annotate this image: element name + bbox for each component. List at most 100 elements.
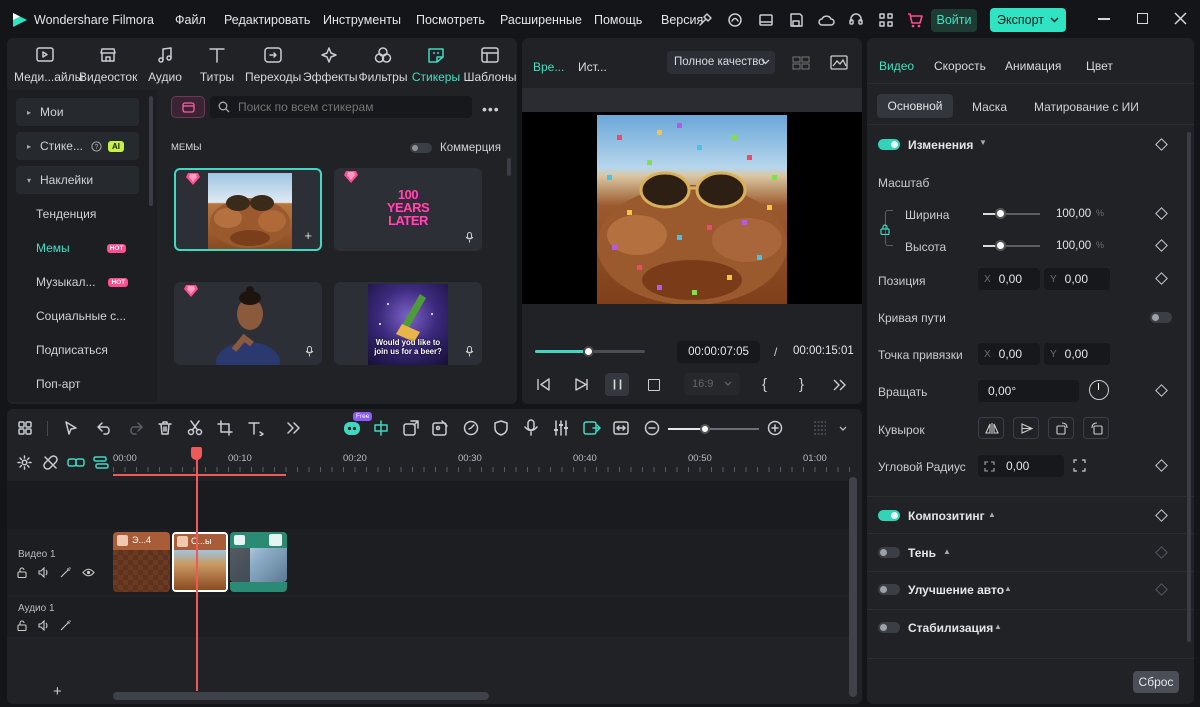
subtab-mask[interactable]: Маска: [972, 100, 1007, 114]
redo-icon[interactable]: [127, 421, 143, 435]
snapshot-icon[interactable]: [830, 55, 848, 70]
tab-transitions[interactable]: Переходы: [245, 44, 301, 84]
stabilization-toggle[interactable]: [878, 622, 900, 633]
play-icon[interactable]: [574, 378, 588, 391]
tab-speed[interactable]: Скорость: [934, 59, 986, 73]
expand-arrow-icon[interactable]: ▲: [988, 510, 996, 519]
more-options-icon[interactable]: •••: [482, 101, 500, 117]
tab-filters[interactable]: Фильтры: [357, 44, 409, 84]
collapse-arrow-icon[interactable]: ▼: [979, 138, 987, 147]
shadow-toggle[interactable]: [878, 547, 900, 558]
chevron-down-icon[interactable]: [839, 426, 847, 431]
export-frame-icon[interactable]: [403, 420, 419, 436]
more-tools-icon[interactable]: [287, 422, 300, 434]
sticker-search-input[interactable]: [210, 96, 472, 118]
picture-edit-icon[interactable]: [432, 420, 448, 436]
zoom-in-icon[interactable]: [767, 420, 783, 436]
auto-enhance-toggle[interactable]: [878, 584, 900, 595]
anchor-x-field[interactable]: X 0,00: [978, 343, 1040, 365]
tab-effects[interactable]: Эффекты: [303, 44, 358, 84]
expand-arrow-icon[interactable]: ▲: [1004, 584, 1012, 593]
sidebar-item-mine[interactable]: ▸ Мои: [16, 98, 139, 126]
position-y-field[interactable]: Y 0,00: [1044, 268, 1110, 290]
tab-titles[interactable]: Титры: [193, 44, 241, 84]
save-icon[interactable]: [788, 12, 804, 28]
split-audio-icon[interactable]: [373, 420, 389, 436]
headset-share-icon[interactable]: [727, 12, 743, 28]
sticker-card-sunglasses[interactable]: +: [174, 168, 322, 251]
keyframe-diamond-icon[interactable]: [1155, 509, 1168, 522]
tab-stock-video[interactable]: Видеосток: [79, 44, 137, 84]
add-icon[interactable]: +: [304, 229, 312, 242]
corner-radius-field[interactable]: 0,00: [978, 455, 1064, 477]
lock-icon[interactable]: [17, 620, 28, 631]
compositing-section-title[interactable]: Композитинг: [908, 509, 985, 523]
replace-icon[interactable]: [269, 534, 282, 546]
timeline-settings-icon[interactable]: [17, 455, 32, 470]
fit-icon[interactable]: [613, 420, 629, 436]
menu-tools[interactable]: Инструменты: [323, 13, 401, 27]
mark-in-icon[interactable]: {: [762, 376, 767, 393]
auto-ripple-icon[interactable]: [583, 419, 601, 437]
track-manager-icon[interactable]: [93, 455, 109, 470]
compositing-toggle[interactable]: [878, 510, 900, 521]
clip-video[interactable]: [230, 532, 287, 582]
lock-icon[interactable]: [17, 567, 28, 578]
tab-stickers[interactable]: Стикеры: [411, 44, 461, 84]
sidebar-item-ai-stickers[interactable]: ▸ Стике... ? AI: [16, 132, 139, 160]
cart-icon[interactable]: [906, 11, 924, 29]
maximize-icon[interactable]: [1137, 13, 1148, 24]
unlink-icon[interactable]: [43, 455, 58, 470]
shadow-section-title[interactable]: Тень: [908, 546, 936, 560]
microphone-icon[interactable]: [524, 419, 538, 436]
export-button[interactable]: Экспорт: [990, 8, 1066, 32]
changes-section-title[interactable]: Изменения: [908, 138, 973, 152]
crop-icon[interactable]: [217, 420, 233, 436]
expand-arrow-icon[interactable]: ▲: [994, 622, 1002, 631]
stop-icon[interactable]: [648, 379, 660, 391]
sidebar-item-stickers[interactable]: ▾ Наклейки: [16, 166, 139, 194]
sticker-search-field[interactable]: [238, 98, 463, 116]
grid-scrollbar[interactable]: [507, 158, 511, 176]
add-track-icon[interactable]: +: [53, 684, 62, 699]
tab-source-preview[interactable]: Ист...: [578, 60, 607, 74]
tab-audio[interactable]: Аудио: [141, 44, 189, 84]
clip-sticker-1[interactable]: Э...4: [113, 532, 170, 592]
fast-forward-icon[interactable]: [833, 379, 846, 391]
rotate-dial-icon[interactable]: [1089, 380, 1109, 400]
flip-horizontal-button[interactable]: [978, 417, 1004, 439]
keyframe-diamond-icon[interactable]: [1155, 384, 1168, 397]
path-curve-toggle[interactable]: [1150, 312, 1172, 323]
tab-animation[interactable]: Анимация: [1005, 59, 1061, 73]
flip-vertical-button[interactable]: [1013, 417, 1039, 439]
rotate-cw-button[interactable]: [1048, 417, 1074, 439]
undo-icon[interactable]: [97, 421, 113, 435]
changes-toggle[interactable]: [878, 139, 900, 150]
prev-frame-icon[interactable]: [537, 378, 551, 391]
support-icon[interactable]: [848, 12, 864, 28]
timeline-menu-icon[interactable]: [813, 420, 827, 436]
commerce-toggle[interactable]: [410, 143, 432, 153]
zoom-out-icon[interactable]: [644, 420, 660, 436]
ratio-select[interactable]: 16:9: [684, 373, 740, 395]
anchor-y-field[interactable]: Y 0,00: [1044, 343, 1110, 365]
menu-file[interactable]: Файл: [175, 13, 206, 27]
width-slider-knob[interactable]: [995, 208, 1006, 219]
menu-edit[interactable]: Редактировать: [224, 13, 310, 27]
link-track-icon[interactable]: [67, 455, 85, 470]
clip-sticker-2[interactable]: С...ы: [172, 532, 228, 592]
height-value[interactable]: 100,00: [1056, 240, 1091, 252]
magic-icon[interactable]: [60, 567, 72, 578]
keyframe-diamond-icon[interactable]: [1155, 272, 1168, 285]
width-value[interactable]: 100,00: [1056, 208, 1091, 220]
select-tool-icon[interactable]: [63, 420, 79, 436]
preview-progress-knob[interactable]: [582, 346, 594, 357]
sticker-library-button[interactable]: [171, 96, 205, 118]
vertical-scrollbar[interactable]: [849, 477, 857, 697]
minimize-icon[interactable]: [1098, 18, 1110, 20]
sidebar-item-pop-art[interactable]: Поп-арт: [16, 370, 139, 398]
text-tool-icon[interactable]: [247, 420, 265, 436]
sticker-card-beer[interactable]: Would you like to join us for a beer?: [334, 282, 482, 365]
magic-icon[interactable]: [60, 620, 72, 631]
close-icon[interactable]: [1174, 12, 1187, 25]
